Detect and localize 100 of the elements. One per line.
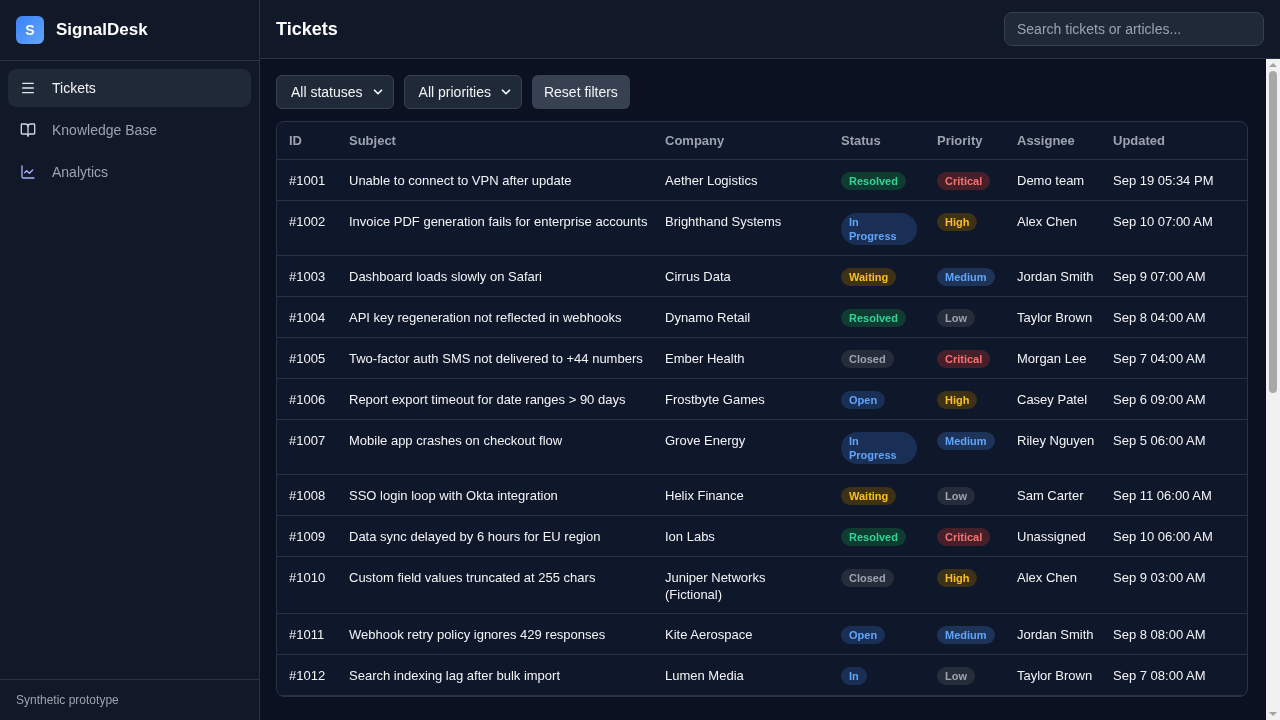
status-badge: Waiting <box>841 268 897 286</box>
updated-time: Sep 8 04:00 AM <box>1113 310 1206 325</box>
status-badge: Resolved <box>841 172 906 190</box>
updated-time: Sep 7 04:00 AM <box>1113 351 1206 366</box>
updated-time: Sep 19 05:34 PM <box>1113 173 1214 188</box>
status-filter[interactable]: All statuses <box>276 75 394 109</box>
status-badge: In Progress <box>841 213 917 245</box>
updated-time: Sep 9 03:00 AM <box>1113 570 1206 585</box>
footer-note: Synthetic prototype <box>16 692 119 708</box>
priority-badge: Low <box>937 487 975 505</box>
assignee-name: Unassigned <box>1017 529 1086 544</box>
ticket-subject: API key regeneration not reflected in webhooks <box>349 310 622 325</box>
assignee-name: Morgan Lee <box>1017 351 1087 366</box>
updated-time: Sep 10 07:00 AM <box>1113 214 1213 229</box>
menu-icon <box>20 80 36 96</box>
app-name: SignalDesk <box>56 19 148 42</box>
ticket-subject: Dashboard loads slowly on Safari <box>349 269 542 284</box>
ticket-id: #1010 <box>289 570 326 585</box>
updated-time: Sep 7 08:00 AM <box>1113 668 1206 683</box>
company-name: Lumen Media <box>665 667 744 684</box>
assignee-name: Alex Chen <box>1017 570 1077 585</box>
scrollbar[interactable] <box>1266 59 1280 720</box>
updated-time: Sep 9 07:00 AM <box>1113 269 1206 284</box>
priority-badge: Medium <box>937 626 995 644</box>
priority-filter[interactable]: All priorities <box>403 75 522 109</box>
ticket-subject: Unable to connect to VPN after update <box>349 173 572 188</box>
search-field[interactable]: Search tickets or articles... <box>1004 12 1264 46</box>
company-name: Brighthand Systems <box>665 213 782 230</box>
status-badge: Resolved <box>841 309 906 327</box>
assignee-name: Alex Chen <box>1017 214 1077 229</box>
updated-time: Sep 10 06:00 AM <box>1113 529 1213 544</box>
status-badge: Open <box>841 391 886 409</box>
assignee-name: Taylor Brown <box>1017 310 1093 325</box>
priority-badge: Low <box>937 667 975 685</box>
priority-badge: Critical <box>937 350 991 368</box>
reset-filters-button[interactable]: Reset filters <box>531 75 630 109</box>
book-icon <box>20 122 36 138</box>
company-name: Dynamo Retail <box>665 309 751 326</box>
status-badge: Open <box>841 626 886 644</box>
logo: S <box>16 16 44 44</box>
ticket-id: #1002 <box>289 214 326 229</box>
ticket-subject: Webhook retry policy ignores 429 responses <box>349 627 606 642</box>
ticket-subject: Mobile app crashes on checkout flow <box>349 433 563 448</box>
assignee-name: Jordan Smith <box>1017 627 1094 642</box>
column-header: Priority <box>937 133 983 148</box>
column-header: Company <box>665 133 725 148</box>
status-badge: Closed <box>841 350 894 368</box>
priority-badge: High <box>937 213 978 231</box>
nav-item[interactable]: Analytics <box>8 153 251 191</box>
status-badge: Resolved <box>841 528 906 546</box>
company-name: Cirrus Data <box>665 268 731 285</box>
ticket-subject: Two-factor auth SMS not delivered to +44 numbers <box>349 351 643 366</box>
ticket-id: #1012 <box>289 668 326 683</box>
updated-time: Sep 5 06:00 AM <box>1113 433 1206 448</box>
company-name: Ember Health <box>665 350 745 367</box>
ticket-id: #1004 <box>289 310 326 325</box>
assignee-name: Jordan Smith <box>1017 269 1094 284</box>
company-name: Ion Labs <box>665 528 715 545</box>
updated-time: Sep 8 08:00 AM <box>1113 627 1206 642</box>
nav-item[interactable]: Tickets <box>8 69 251 107</box>
priority-badge: Critical <box>937 528 991 546</box>
assignee-name: Taylor Brown <box>1017 668 1093 683</box>
ticket-id: #1008 <box>289 488 326 503</box>
ticket-subject: Invoice PDF generation fails for enterprise accounts <box>349 214 648 229</box>
company-name: Helix Finance <box>665 487 744 504</box>
assignee-name: Riley Nguyen <box>1017 433 1095 448</box>
priority-badge: Medium <box>937 268 995 286</box>
ticket-id: #1001 <box>289 173 326 188</box>
priority-badge: Low <box>937 309 975 327</box>
ticket-id: #1005 <box>289 351 326 366</box>
ticket-subject: Report export timeout for date ranges > 90 days <box>349 392 626 407</box>
company-name: Juniper Networks (Fictional) <box>665 569 767 603</box>
column-header: Updated <box>1113 133 1165 148</box>
ticket-subject: SSO login loop with Okta integration <box>349 488 558 503</box>
status-badge: Waiting <box>841 487 897 505</box>
page-title: Tickets <box>276 18 338 41</box>
status-badge: In Progress <box>841 432 917 464</box>
priority-badge: Medium <box>937 432 995 450</box>
ticket-subject: Custom field values truncated at 255 chars <box>349 570 596 585</box>
priority-badge: High <box>937 569 978 587</box>
priority-badge: Critical <box>937 172 991 190</box>
column-header: Subject <box>349 133 396 148</box>
ticket-id: #1007 <box>289 433 326 448</box>
company-name: Frostbyte Games <box>665 391 765 408</box>
ticket-id: #1009 <box>289 529 326 544</box>
column-header: ID <box>289 133 302 148</box>
ticket-id: #1003 <box>289 269 326 284</box>
column-header: Assignee <box>1017 133 1075 148</box>
ticket-subject: Data sync delayed by 6 hours for EU region <box>349 529 601 544</box>
column-header: Status <box>841 133 881 148</box>
ticket-id: #1011 <box>289 627 325 642</box>
ticket-subject: Search indexing lag after bulk import <box>349 668 560 683</box>
priority-badge: High <box>937 391 978 409</box>
assignee-name: Demo team <box>1017 173 1085 188</box>
company-name: Kite Aerospace <box>665 626 753 643</box>
assignee-name: Sam Carter <box>1017 488 1084 503</box>
status-badge: Closed <box>841 569 894 587</box>
status-badge: In <box>841 667 867 685</box>
company-name: Grove Energy <box>665 432 746 449</box>
nav-item[interactable]: Knowledge Base <box>8 111 251 149</box>
